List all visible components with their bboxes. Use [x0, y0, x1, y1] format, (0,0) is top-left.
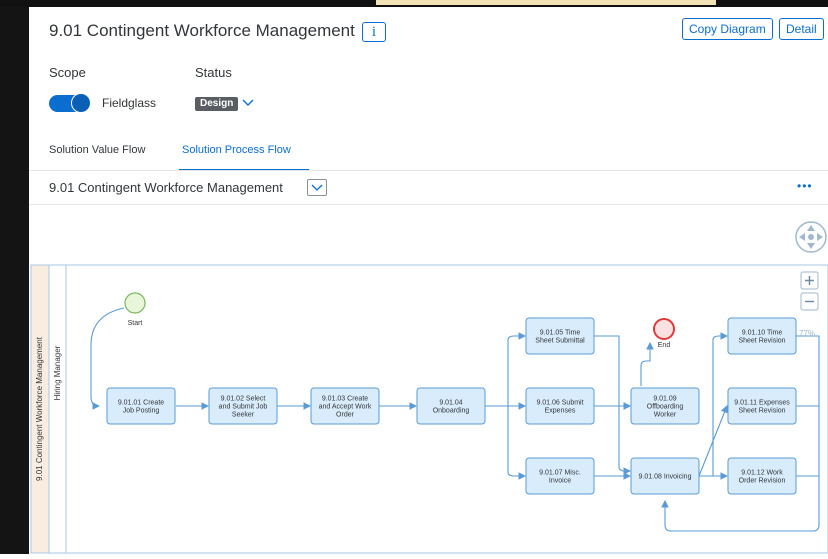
- lane-header: [48, 264, 67, 554]
- task-label-line: Offboarding: [647, 404, 684, 411]
- pool-label: 9.01 Contingent Workforce Management: [35, 336, 44, 481]
- process-diagram-svg: 9.01 Contingent Workforce Management Hir…: [1, 212, 828, 554]
- status-label: Status: [195, 65, 232, 80]
- task-s0107[interactable]: 9.01.07 Misc.Invoice: [525, 457, 595, 495]
- diagram-toolbar: 9.01 Contingent Workforce Management •••: [29, 171, 828, 205]
- scope-toggle-label: Fieldglass: [102, 96, 157, 110]
- tab-solution-value-flow[interactable]: Solution Value Flow: [49, 144, 145, 156]
- overflow-dots-icon[interactable]: •••: [797, 179, 813, 193]
- task-label-line: 9.01.08 Invoicing: [639, 474, 692, 481]
- task-label-line: 9.01.04: [439, 400, 462, 407]
- diagram-dropdown-chevron-icon[interactable]: [307, 179, 327, 196]
- task-s0105[interactable]: 9.01.05 TimeSheet Submittal: [525, 317, 595, 355]
- task-label-line: Job Posting: [123, 408, 160, 415]
- task-s0111[interactable]: 9.01.11 ExpensesSheet Revision: [727, 387, 797, 425]
- task-s0109[interactable]: 9.01.09OffboardingWorker: [630, 387, 700, 425]
- task-label-line: 9.01.11 Expenses: [734, 400, 790, 407]
- task-label-line: and Submit Job: [219, 404, 268, 411]
- task-label-line: 9.01.01 Create: [118, 400, 164, 407]
- toggle-knob: [71, 93, 91, 113]
- zoom-in-icon[interactable]: [800, 271, 819, 290]
- task-label-line: Worker: [654, 412, 677, 419]
- end-label: End: [658, 342, 671, 349]
- zoom-out-icon[interactable]: [800, 292, 819, 311]
- task-s0108[interactable]: 9.01.08 Invoicing: [630, 457, 700, 495]
- end-event[interactable]: [653, 318, 675, 340]
- task-label-line: 9.01.03 Create: [322, 396, 368, 403]
- chevron-down-icon[interactable]: [241, 95, 255, 109]
- zoom-level: 77%: [799, 329, 815, 338]
- diagram-title: 9.01 Contingent Workforce Management: [49, 180, 283, 195]
- task-label-line: 9.01.07 Misc.: [539, 470, 581, 477]
- task-label-line: Order Revision: [739, 478, 786, 485]
- task-label-line: Order: [336, 412, 355, 419]
- task-label-line: 9.01.12 Work: [741, 470, 783, 477]
- task-label-line: Invoice: [549, 478, 571, 485]
- task-label-line: and Accept Work: [319, 404, 372, 411]
- task-label-line: Onboarding: [433, 408, 470, 415]
- task-label-line: Sheet Submittal: [535, 338, 585, 345]
- task-s0102[interactable]: 9.01.02 Selectand Submit JobSeeker: [208, 387, 278, 425]
- lane-label: Hiring Manager: [53, 345, 62, 400]
- copy-diagram-button[interactable]: Copy Diagram: [682, 18, 773, 40]
- task-s0112[interactable]: 9.01.12 WorkOrder Revision: [727, 457, 797, 495]
- process-diagram-canvas[interactable]: 9.01 Contingent Workforce Management Hir…: [1, 205, 828, 554]
- task-s0101[interactable]: 9.01.01 CreateJob Posting: [106, 387, 176, 425]
- top-window-strip: [0, 0, 828, 7]
- top-accent-bar: [376, 0, 716, 5]
- task-s0106[interactable]: 9.01.06 SubmitExpenses: [525, 387, 595, 425]
- task-label-line: 9.01.05 Time: [540, 330, 581, 337]
- start-label: Start: [128, 320, 143, 327]
- task-s0110[interactable]: 9.01.10 TimeSheet Revision: [727, 317, 797, 355]
- task-s0104[interactable]: 9.01.04Onboarding: [416, 387, 486, 425]
- task-label-line: 9.01.02 Select: [221, 396, 266, 403]
- tab-solution-process-flow[interactable]: Solution Process Flow: [182, 144, 291, 156]
- scope-label: Scope: [49, 65, 86, 80]
- task-label-line: Sheet Revision: [738, 408, 785, 415]
- start-event[interactable]: [124, 292, 146, 314]
- task-label-line: 9.01.09: [653, 396, 676, 403]
- task-s0103[interactable]: 9.01.03 Createand Accept WorkOrder: [310, 387, 380, 425]
- detail-button[interactable]: Detail: [779, 18, 824, 40]
- scope-toggle[interactable]: [49, 93, 91, 113]
- page-header: 9.01 Contingent Workforce Management i C…: [29, 7, 828, 171]
- app-left-sidebar: [0, 0, 29, 554]
- page-title: 9.01 Contingent Workforce Management: [49, 21, 355, 40]
- status-badge[interactable]: Design: [195, 97, 239, 111]
- info-button[interactable]: i: [362, 22, 386, 42]
- task-label-line: Sheet Revision: [738, 338, 785, 345]
- task-label-line: 9.01.06 Submit: [536, 400, 583, 407]
- pan-control-icon[interactable]: [795, 221, 827, 253]
- task-label-line: 9.01.10 Time: [742, 330, 783, 337]
- task-label-line: Seeker: [232, 412, 255, 419]
- task-label-line: Expenses: [545, 408, 576, 415]
